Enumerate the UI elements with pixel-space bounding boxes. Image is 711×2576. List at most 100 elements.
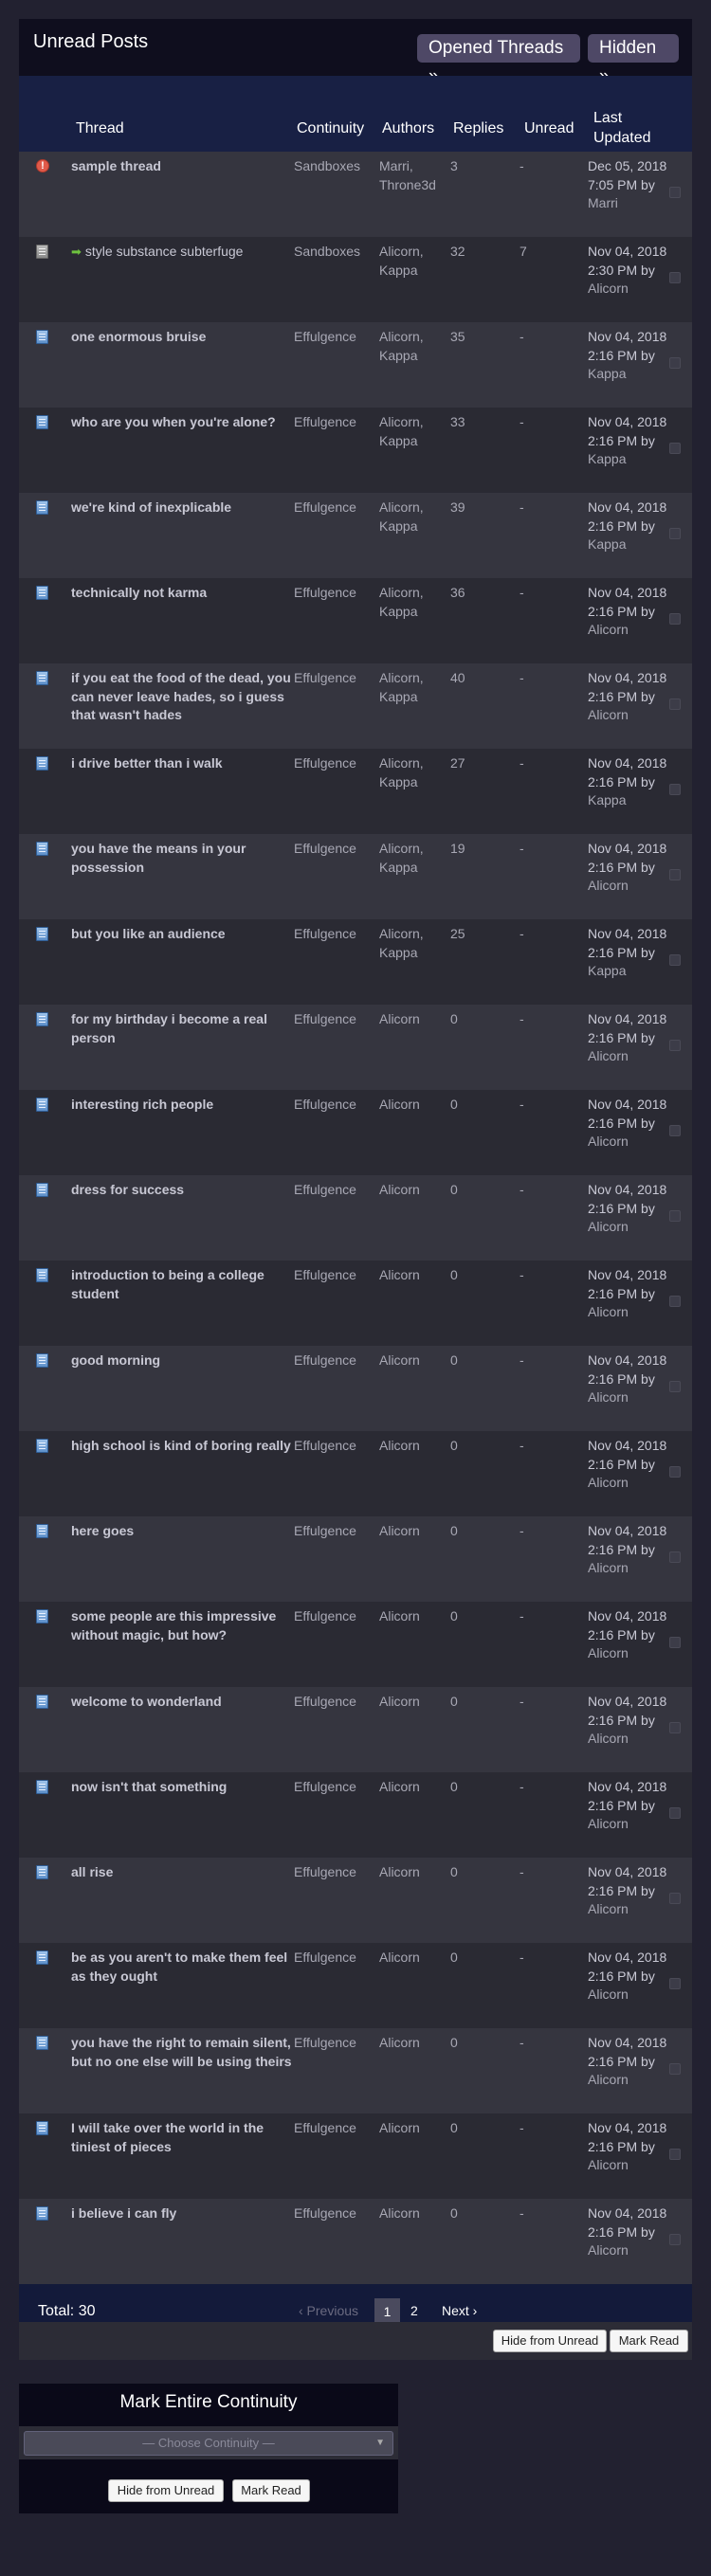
last-updated-author[interactable]: Alicorn [588,1986,629,2002]
last-updated-author[interactable]: Alicorn [588,1901,629,1916]
thread-link[interactable]: sample thread [71,157,294,176]
thread-link[interactable]: you have the right to remain silent, but… [71,2034,294,2071]
row-checkbox[interactable] [669,1807,681,1819]
row-checkbox[interactable] [669,2063,681,2075]
thread-link[interactable]: all rise [71,1863,294,1882]
thread-link[interactable]: some people are this impressive without … [71,1607,294,1644]
continuity-link[interactable]: Effulgence [294,2204,379,2223]
row-checkbox[interactable] [669,443,681,454]
thread-link[interactable]: i drive better than i walk [71,754,294,773]
new-posts-arrow-icon[interactable]: ➡ [71,243,82,262]
last-updated-author[interactable]: Alicorn [588,1475,629,1490]
thread-link[interactable]: who are you when you're alone? [71,413,294,432]
last-updated-author[interactable]: Alicorn [588,1134,629,1149]
hidden-button[interactable]: Hidden » [588,34,679,86]
column-header-last-updated-line2[interactable]: Updated [593,130,651,147]
last-updated-date[interactable]: Nov 04, 2018 2:16 PM by [588,414,666,448]
continuity-link[interactable]: Effulgence [294,840,379,859]
hide-from-unread-button[interactable]: Hide from Unread [493,2330,607,2352]
row-checkbox[interactable] [669,613,681,625]
continuity-link[interactable]: Effulgence [294,1266,379,1285]
row-checkbox[interactable] [669,1210,681,1222]
column-header-unread[interactable]: Unread [524,120,574,137]
continuity-link[interactable]: Effulgence [294,925,379,944]
last-updated-date[interactable]: Nov 04, 2018 2:16 PM by [588,1523,666,1557]
last-updated-author[interactable]: Alicorn [588,622,629,637]
thread-link[interactable]: you have the means in your possession [71,840,294,877]
row-checkbox[interactable] [669,954,681,966]
last-updated-date[interactable]: Nov 04, 2018 2:16 PM by [588,2120,666,2154]
thread-link[interactable]: interesting rich people [71,1096,294,1115]
thread-link[interactable]: I will take over the world in the tinies… [71,2119,294,2156]
row-checkbox[interactable] [669,528,681,539]
continuity-mark-read-button[interactable]: Mark Read [232,2479,310,2502]
last-updated-author[interactable]: Alicorn [588,1816,629,1831]
row-checkbox[interactable] [669,2149,681,2160]
last-updated-author[interactable]: Kappa [588,963,626,978]
last-updated-author[interactable]: Alicorn [588,2242,629,2258]
continuity-link[interactable]: Effulgence [294,1351,379,1370]
thread-link[interactable]: here goes [71,1522,294,1541]
continuity-link[interactable]: Effulgence [294,584,379,603]
last-updated-author[interactable]: Alicorn [588,1304,629,1319]
last-updated-author[interactable]: Kappa [588,366,626,381]
last-updated-date[interactable]: Nov 04, 2018 2:16 PM by [588,1182,666,1216]
thread-link[interactable]: ➡ style substance subterfuge [71,243,294,262]
last-updated-date[interactable]: Nov 04, 2018 2:16 PM by [588,755,666,789]
row-checkbox[interactable] [669,869,681,880]
row-checkbox[interactable] [669,1040,681,1051]
last-updated-author[interactable]: Kappa [588,536,626,552]
last-updated-author[interactable]: Alicorn [588,1389,629,1405]
row-checkbox[interactable] [669,1978,681,1989]
last-updated-date[interactable]: Nov 04, 2018 2:16 PM by [588,841,666,875]
continuity-link[interactable]: Effulgence [294,2119,379,2138]
last-updated-date[interactable]: Nov 04, 2018 2:16 PM by [588,2205,666,2240]
last-updated-author[interactable]: Alicorn [588,707,629,722]
thread-link[interactable]: i believe i can fly [71,2204,294,2223]
row-checkbox[interactable] [669,2234,681,2245]
last-updated-date[interactable]: Nov 04, 2018 2:16 PM by [588,1011,666,1045]
last-updated-author[interactable]: Kappa [588,792,626,807]
row-checkbox[interactable] [669,1893,681,1904]
continuity-link[interactable]: Effulgence [294,328,379,347]
last-updated-date[interactable]: Nov 04, 2018 2:16 PM by [588,499,666,534]
thread-link[interactable]: but you like an audience [71,925,294,944]
thread-link[interactable]: be as you aren't to make them feel as th… [71,1949,294,1986]
continuity-link[interactable]: Effulgence [294,1437,379,1456]
last-updated-date[interactable]: Nov 04, 2018 2:16 PM by [588,1950,666,1984]
last-updated-date[interactable]: Nov 04, 2018 2:16 PM by [588,585,666,619]
last-updated-date[interactable]: Nov 04, 2018 2:16 PM by [588,1097,666,1131]
continuity-link[interactable]: Effulgence [294,1778,379,1797]
continuity-link[interactable]: Effulgence [294,1863,379,1882]
last-updated-date[interactable]: Nov 04, 2018 2:16 PM by [588,1864,666,1898]
column-header-thread[interactable]: Thread [76,120,124,137]
continuity-link[interactable]: Sandboxes [294,243,379,262]
thread-link[interactable]: welcome to wonderland [71,1693,294,1712]
last-updated-author[interactable]: Alicorn [588,2157,629,2172]
column-header-last-updated-line1[interactable]: Last [593,110,622,127]
column-header-continuity[interactable]: Continuity [297,120,364,137]
column-header-authors[interactable]: Authors [382,120,434,137]
row-checkbox[interactable] [669,272,681,283]
row-checkbox[interactable] [669,1637,681,1648]
row-checkbox[interactable] [669,784,681,795]
row-checkbox[interactable] [669,1722,681,1733]
last-updated-date[interactable]: Nov 04, 2018 2:16 PM by [588,926,666,960]
continuity-link[interactable]: Effulgence [294,2034,379,2053]
last-updated-author[interactable]: Alicorn [588,1560,629,1575]
continuity-link[interactable]: Effulgence [294,1096,379,1115]
column-header-replies[interactable]: Replies [453,120,503,137]
continuity-link[interactable]: Effulgence [294,754,379,773]
continuity-hide-from-unread-button[interactable]: Hide from Unread [108,2479,224,2502]
next-page-link[interactable]: Next › [442,2303,477,2318]
thread-link[interactable]: for my birthday i become a real person [71,1010,294,1047]
last-updated-date[interactable]: Nov 04, 2018 2:30 PM by [588,244,666,278]
last-updated-date[interactable]: Nov 04, 2018 2:16 PM by [588,2035,666,2069]
last-updated-date[interactable]: Nov 04, 2018 2:16 PM by [588,670,666,704]
last-updated-author[interactable]: Marri [588,195,618,210]
continuity-select[interactable]: — Choose Continuity — ▼ [24,2431,393,2456]
row-checkbox[interactable] [669,187,681,198]
continuity-link[interactable]: Effulgence [294,499,379,517]
last-updated-date[interactable]: Nov 04, 2018 2:16 PM by [588,1694,666,1728]
row-checkbox[interactable] [669,1381,681,1392]
